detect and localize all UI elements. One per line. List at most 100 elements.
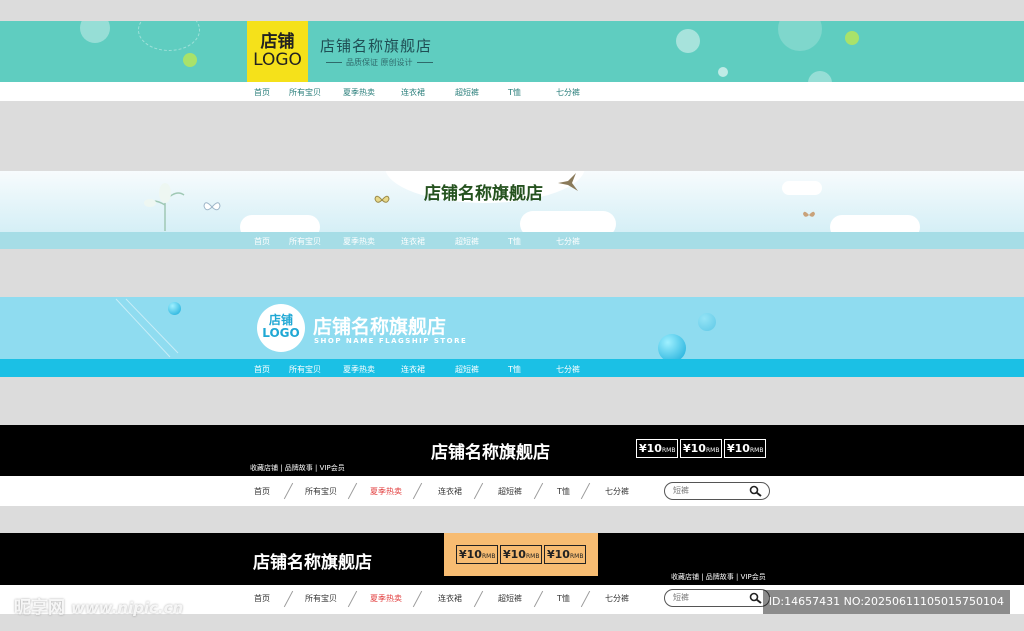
- search-icon[interactable]: [749, 592, 763, 604]
- search-box[interactable]: [664, 482, 770, 500]
- decor-circle: [778, 21, 822, 51]
- nav-item-home[interactable]: 首页: [254, 236, 270, 247]
- coupon[interactable]: ¥10RMB: [500, 545, 543, 564]
- shop-banner-1: 店铺 LOGO 店铺名称旗舰店 品质保证 原创设计: [0, 21, 1024, 82]
- nav-item-all-products[interactable]: 所有宝贝: [289, 87, 321, 98]
- nav-item-all-products[interactable]: 所有宝贝: [289, 236, 321, 247]
- decor-ball: [658, 334, 686, 359]
- search-input[interactable]: [673, 484, 743, 497]
- nav-divider: [412, 590, 423, 608]
- nav-divider: [473, 590, 484, 608]
- nav-item-shorts[interactable]: 超短裤: [455, 87, 479, 98]
- nav-item-shorts[interactable]: 超短裤: [455, 364, 479, 375]
- decor-ball: [168, 302, 181, 315]
- cloud: [782, 181, 822, 195]
- decor-circle: [676, 29, 700, 53]
- nav-item-shorts[interactable]: 超短裤: [498, 486, 522, 497]
- nav-divider: [412, 482, 423, 500]
- nav-item-home[interactable]: 首页: [254, 87, 270, 98]
- logo-text: LOGO: [253, 50, 302, 70]
- cloud: [240, 215, 320, 232]
- nav-item-dresses[interactable]: 连衣裙: [401, 87, 425, 98]
- nav-divider: [283, 590, 294, 608]
- coupon-panel: ¥10RMB ¥10RMB ¥10RMB: [444, 533, 598, 576]
- nav-item-capris[interactable]: 七分裤: [605, 486, 629, 497]
- nav-item-summer-hot[interactable]: 夏季热卖: [343, 87, 375, 98]
- nav-item-capris[interactable]: 七分裤: [556, 364, 580, 375]
- nav-divider: [533, 482, 544, 500]
- nav-item-tshirts[interactable]: T恤: [557, 486, 570, 497]
- coupon[interactable]: ¥10RMB: [456, 545, 499, 564]
- decor-circle: [718, 67, 728, 77]
- butterfly-icon: [203, 202, 221, 211]
- nav-item-dresses[interactable]: 连衣裙: [438, 593, 462, 604]
- shop-logo[interactable]: 店铺 LOGO: [257, 304, 305, 352]
- shop-links[interactable]: 收藏店铺 | 品牌故事 | VIP会员: [671, 572, 766, 582]
- nav-item-summer-hot[interactable]: 夏季热卖: [370, 593, 402, 604]
- nav-bar-3: 首页 所有宝贝 夏季热卖 连衣裙 超短裤 T恤 七分裤: [0, 359, 1024, 377]
- nav-item-dresses[interactable]: 连衣裙: [401, 364, 425, 375]
- nav-bar-4: 首页 所有宝贝 夏季热卖 连衣裙 超短裤 T恤 七分裤: [0, 476, 1024, 506]
- nav-item-all-products[interactable]: 所有宝贝: [289, 364, 321, 375]
- nav-item-all-products[interactable]: 所有宝贝: [305, 593, 337, 604]
- decor-circle: [183, 53, 197, 67]
- nav-item-all-products[interactable]: 所有宝贝: [305, 486, 337, 497]
- logo-text: LOGO: [262, 326, 300, 340]
- coupon[interactable]: ¥10RMB: [636, 439, 679, 458]
- nav-item-home[interactable]: 首页: [254, 486, 270, 497]
- cloud: [520, 211, 616, 232]
- nav-item-capris[interactable]: 七分裤: [605, 593, 629, 604]
- shop-name: 店铺名称旗舰店: [431, 443, 550, 463]
- shop-banner-4: 店铺名称旗舰店 收藏店铺 | 品牌故事 | VIP会员 ¥10RMB ¥10RM…: [0, 425, 1024, 476]
- nav-divider: [533, 590, 544, 608]
- shop-banner-2: 店铺名称旗舰店: [0, 171, 1024, 232]
- nav-item-summer-hot[interactable]: 夏季热卖: [370, 486, 402, 497]
- watermark-id: ID:14657431 NO:20250611105015750104: [762, 590, 1010, 614]
- decor-circle: [845, 31, 859, 45]
- nav-item-dresses[interactable]: 连衣裙: [401, 236, 425, 247]
- nav-divider: [473, 482, 484, 500]
- watermark-site: 昵享网 www.nipic.cn: [14, 598, 184, 618]
- nav-item-tshirts[interactable]: T恤: [508, 236, 521, 247]
- butterfly-icon: [803, 211, 815, 217]
- nav-item-home[interactable]: 首页: [254, 593, 270, 604]
- nav-item-summer-hot[interactable]: 夏季热卖: [343, 364, 375, 375]
- shop-banner-5: 店铺名称旗舰店 ¥10RMB ¥10RMB ¥10RMB 收藏店铺 | 品牌故事…: [0, 533, 1024, 585]
- nav-item-tshirts[interactable]: T恤: [557, 593, 570, 604]
- nav-divider: [283, 482, 294, 500]
- decor-circle: [808, 71, 832, 82]
- nav-divider: [580, 590, 591, 608]
- nav-item-dresses[interactable]: 连衣裙: [438, 486, 462, 497]
- search-icon[interactable]: [749, 485, 763, 497]
- hummingbird-icon: [558, 173, 578, 191]
- nav-item-capris[interactable]: 七分裤: [556, 236, 580, 247]
- nav-bar-1: 首页 所有宝贝 夏季热卖 连衣裙 超短裤 T恤 七分裤: [0, 82, 1024, 101]
- nav-item-home[interactable]: 首页: [254, 364, 270, 375]
- shop-name-english: SHOP NAME FLAGSHIP STORE: [314, 337, 468, 345]
- shop-links[interactable]: 收藏店铺 | 品牌故事 | VIP会员: [250, 463, 345, 473]
- coupon[interactable]: ¥10RMB: [544, 545, 587, 564]
- shop-name: 店铺名称旗舰店: [320, 37, 433, 55]
- nav-item-shorts[interactable]: 超短裤: [498, 593, 522, 604]
- shop-banner-3: 店铺 LOGO 店铺名称旗舰店 SHOP NAME FLAGSHIP STORE: [0, 297, 1024, 359]
- nav-item-shorts[interactable]: 超短裤: [455, 236, 479, 247]
- butterfly-icon: [374, 195, 390, 203]
- coupon[interactable]: ¥10RMB: [680, 439, 723, 458]
- shop-name: 店铺名称旗舰店: [424, 184, 543, 204]
- shop-name: 店铺名称旗舰店: [313, 316, 447, 338]
- nav-item-summer-hot[interactable]: 夏季热卖: [343, 236, 375, 247]
- search-input[interactable]: [673, 591, 743, 604]
- nav-divider: [580, 482, 591, 500]
- nav-item-capris[interactable]: 七分裤: [556, 87, 580, 98]
- coupon[interactable]: ¥10RMB: [724, 439, 767, 458]
- cloud: [830, 215, 920, 232]
- nav-item-tshirts[interactable]: T恤: [508, 87, 521, 98]
- lily-flower-icon: [144, 183, 185, 231]
- nav-divider: [347, 482, 358, 500]
- search-box[interactable]: [664, 589, 770, 607]
- decor-circle: [138, 21, 200, 51]
- shop-name: 店铺名称旗舰店: [253, 553, 372, 573]
- nav-item-tshirts[interactable]: T恤: [508, 364, 521, 375]
- shop-tagline: 品质保证 原创设计: [322, 57, 437, 68]
- shop-logo[interactable]: 店铺 LOGO: [247, 21, 308, 82]
